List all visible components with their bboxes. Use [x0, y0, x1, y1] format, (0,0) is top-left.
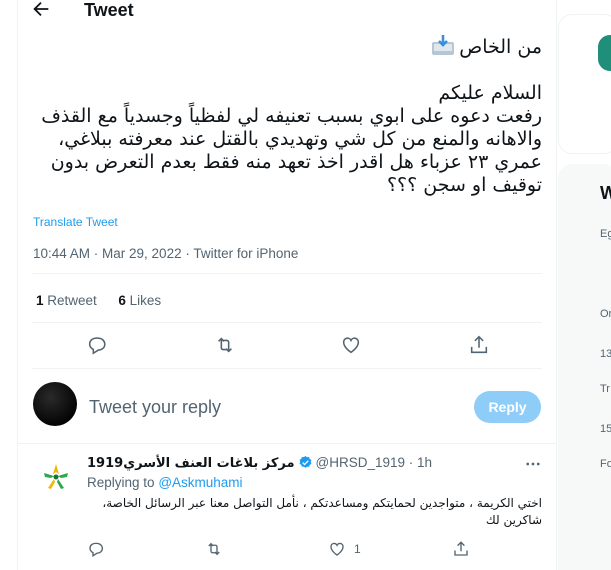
- retweet-icon[interactable]: [205, 540, 223, 558]
- trends-panel: [558, 164, 611, 570]
- tweet-actions: [18, 334, 557, 358]
- replying-to-handle[interactable]: @Askmuhami: [158, 475, 242, 490]
- hrsd-logo-avatar[interactable]: [36, 458, 76, 498]
- trend-fragment[interactable]: 13: [600, 348, 611, 360]
- trends-heading-fragment: W: [600, 183, 611, 203]
- tweet-body: رفعت دعوه على ابوي بسبب تعنيفه لي لفظياً…: [41, 105, 542, 196]
- trend-fragment[interactable]: Or: [600, 308, 611, 320]
- heart-icon[interactable]: [340, 334, 362, 356]
- reply-author-handle[interactable]: @HRSD_1919: [316, 455, 406, 470]
- trend-fragment[interactable]: Eg: [600, 228, 611, 240]
- tweet-timestamp[interactable]: 10:44 AM · Mar 29, 2022 · Twitter for iP…: [33, 246, 298, 261]
- divider: [32, 322, 542, 323]
- reply-header: مركز بلاغات العنف الأسري1919 @HRSD_1919 ·…: [87, 455, 432, 471]
- user-avatar[interactable]: [33, 382, 77, 426]
- divider: [32, 368, 542, 369]
- left-gutter: [0, 0, 18, 570]
- back-arrow-icon[interactable]: [30, 0, 52, 20]
- green-widget[interactable]: [598, 35, 611, 71]
- reply-text: اختي الكريمة ، متواجدين لحمايتكم ومساعدت…: [102, 496, 542, 527]
- reply-like-count: 1: [354, 542, 361, 556]
- trend-fragment[interactable]: Tr: [600, 383, 610, 395]
- reply-icon[interactable]: [86, 334, 108, 356]
- likes-stat[interactable]: 6 Likes: [118, 293, 161, 308]
- heart-icon[interactable]: [328, 540, 346, 558]
- translate-tweet-link[interactable]: Translate Tweet: [33, 215, 118, 229]
- reply-input[interactable]: Tweet your reply: [89, 397, 221, 418]
- tweet-stats: 1 Retweet 6 Likes: [36, 293, 161, 308]
- tweet-line-2: السلام عليكم: [438, 82, 542, 104]
- reply-actions: [18, 540, 557, 560]
- verified-badge-icon: [299, 455, 311, 468]
- share-icon[interactable]: [468, 334, 490, 356]
- reply-button[interactable]: Reply: [474, 391, 541, 423]
- retweets-stat[interactable]: 1 Retweet: [36, 293, 97, 308]
- tweet-line-1: من الخاص: [431, 35, 542, 58]
- page-title: Tweet: [84, 0, 134, 20]
- right-card: [558, 14, 611, 154]
- tweet-text: من الخاص السلام عليكم رفعت دعوه على ابوي…: [32, 34, 542, 197]
- main-column: Tweet من الخاص السلام عليكم رفعت دعوه عل…: [18, 0, 557, 570]
- share-icon[interactable]: [452, 540, 470, 558]
- header: Tweet: [18, 0, 557, 32]
- trend-fragment[interactable]: 15: [600, 423, 611, 435]
- reply-icon[interactable]: [87, 540, 105, 558]
- replying-to: Replying to @Askmuhami: [87, 475, 243, 490]
- divider: [18, 443, 556, 444]
- more-options-icon[interactable]: [524, 455, 542, 473]
- retweet-icon[interactable]: [214, 334, 236, 356]
- reply-author-name[interactable]: مركز بلاغات العنف الأسري1919: [87, 456, 295, 471]
- trend-fragment[interactable]: Fo: [600, 458, 611, 470]
- right-sidebar: W Eg Or 13 Tr 15 Fo: [558, 0, 611, 570]
- inbox-tray-icon: [432, 35, 455, 55]
- divider: [32, 273, 542, 274]
- reply-time[interactable]: · 1h: [409, 455, 432, 470]
